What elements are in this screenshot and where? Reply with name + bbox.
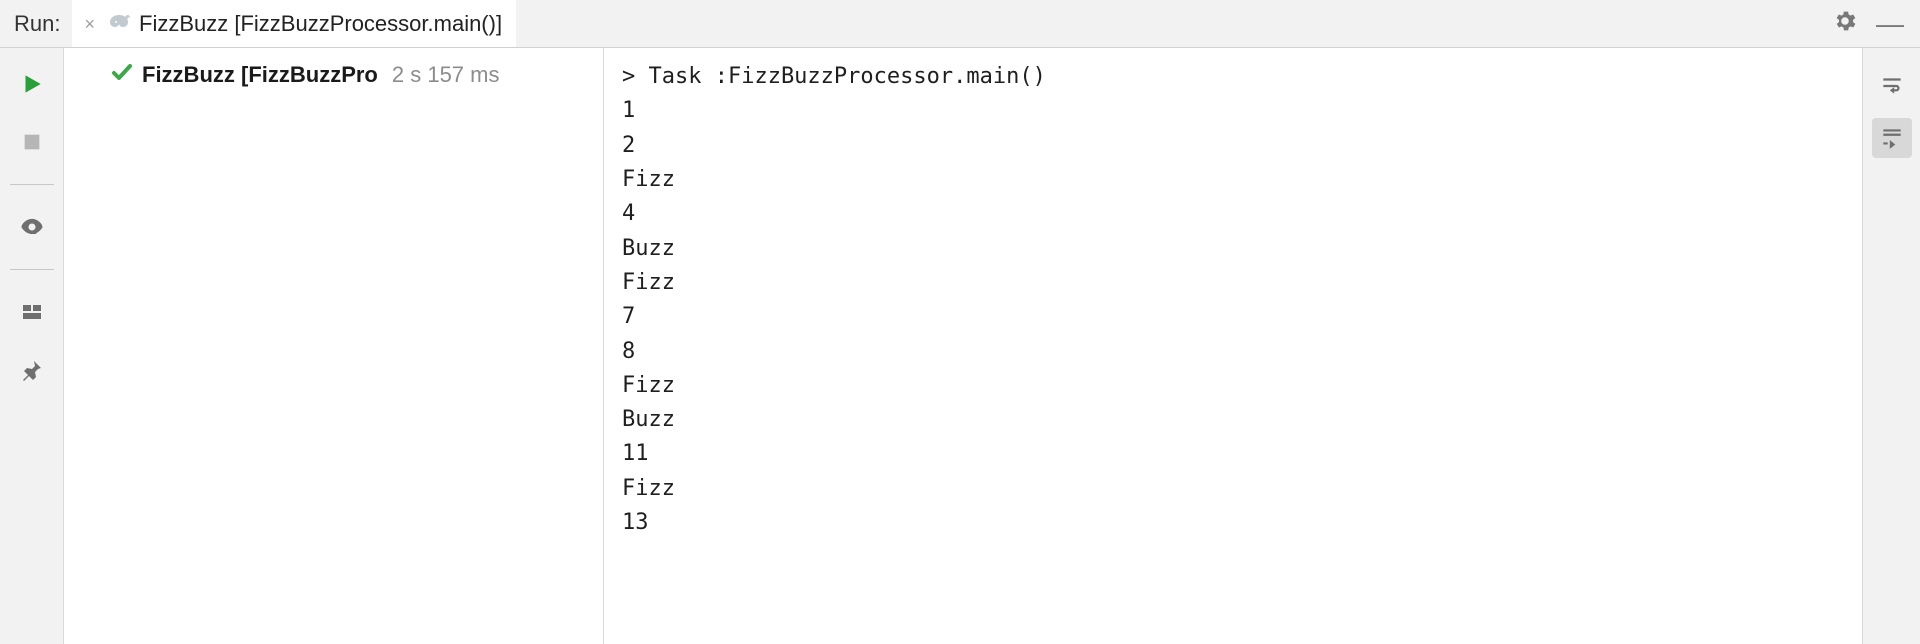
show-passed-toggle[interactable] — [12, 207, 52, 247]
console-line: Buzz — [622, 236, 675, 261]
console-task-line: > Task :FizzBuzzProcessor.main() — [622, 64, 1046, 89]
console-line: 4 — [622, 201, 635, 226]
pin-button[interactable] — [12, 350, 52, 390]
rerun-button[interactable] — [12, 64, 52, 104]
console-line: 13 — [622, 510, 649, 535]
layout-button[interactable] — [12, 292, 52, 332]
tab-label: FizzBuzz [FizzBuzzProcessor.main()] — [139, 11, 502, 37]
run-tool-header: Run: × FizzBuzz [FizzBuzzProcessor.main(… — [0, 0, 1920, 48]
console-line: 11 — [622, 441, 649, 466]
gutter-separator — [10, 269, 54, 270]
console-line: Fizz — [622, 270, 675, 295]
gradle-elephant-icon — [107, 9, 131, 38]
console-line: Buzz — [622, 407, 675, 432]
settings-gear-icon[interactable] — [1822, 8, 1868, 39]
success-check-icon — [110, 60, 134, 89]
soft-wrap-icon[interactable] — [1872, 66, 1912, 106]
gutter-separator — [10, 184, 54, 185]
tree-item-label: FizzBuzz [FizzBuzzPro — [142, 62, 378, 88]
tree-item-duration: 2 s 157 ms — [392, 62, 500, 88]
console-line: 1 — [622, 98, 635, 123]
console-line: Fizz — [622, 167, 675, 192]
console-line: 2 — [622, 133, 635, 158]
console-line: 8 — [622, 339, 635, 364]
console-line: Fizz — [622, 476, 675, 501]
run-config-tab[interactable]: × FizzBuzz [FizzBuzzProcessor.main()] — [72, 0, 516, 47]
console-line: 7 — [622, 304, 635, 329]
close-tab-icon[interactable]: × — [80, 15, 99, 33]
test-tree-pane[interactable]: FizzBuzz [FizzBuzzPro 2 s 157 ms — [64, 48, 604, 644]
run-panel-title: Run: — [14, 11, 60, 37]
tree-root-item[interactable]: FizzBuzz [FizzBuzzPro 2 s 157 ms — [110, 60, 591, 89]
stop-button[interactable] — [12, 122, 52, 162]
right-action-gutter — [1862, 48, 1920, 644]
scroll-to-end-icon[interactable] — [1872, 118, 1912, 158]
minimize-panel-icon[interactable]: — — [1868, 17, 1912, 31]
left-action-gutter — [0, 48, 64, 644]
console-output[interactable]: > Task :FizzBuzzProcessor.main() 1 2 Fiz… — [604, 48, 1862, 644]
console-line: Fizz — [622, 373, 675, 398]
